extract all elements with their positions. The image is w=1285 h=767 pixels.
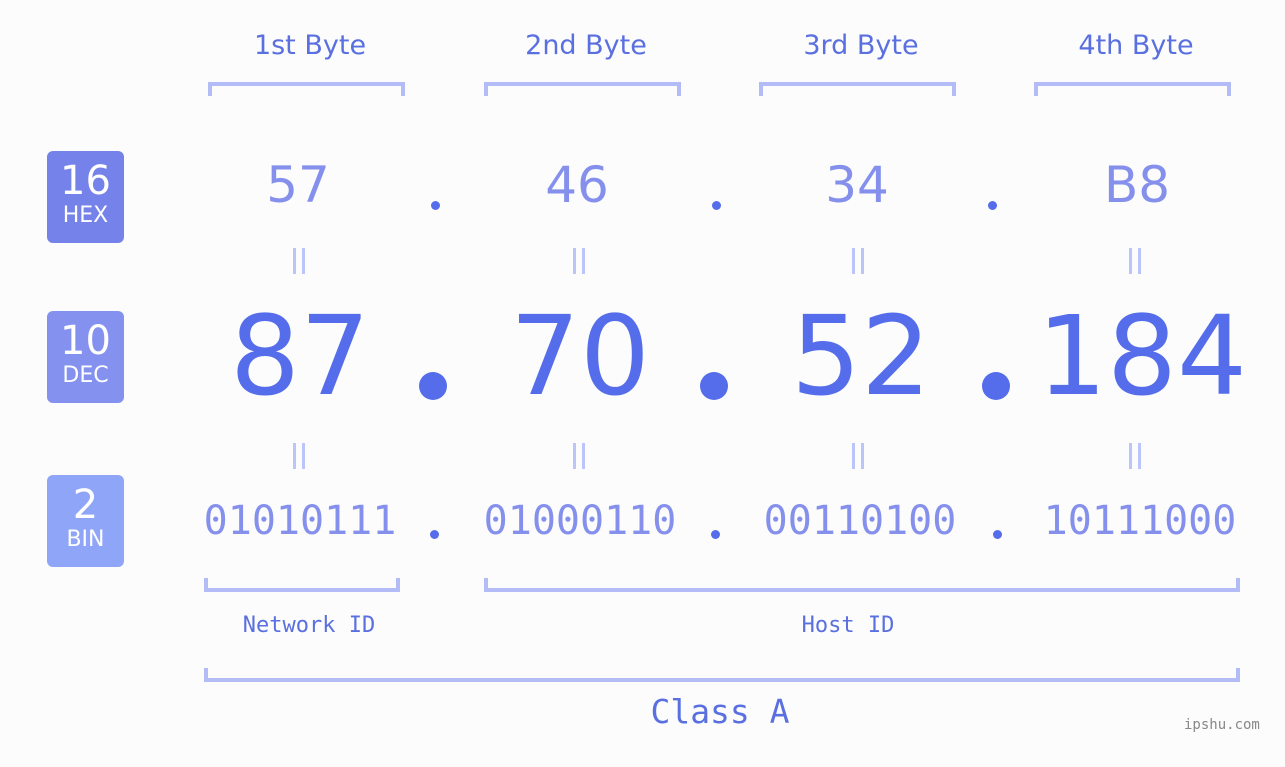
dec-value-2: 70 xyxy=(510,292,650,420)
dec-badge-label: DEC xyxy=(62,363,109,388)
equals-icon xyxy=(852,248,864,274)
byte-bracket-2 xyxy=(484,82,681,96)
network-id-label: Network ID xyxy=(242,613,376,638)
byte-header-3: 3rd Byte xyxy=(803,30,919,61)
equals-icon xyxy=(1129,443,1141,469)
class-bracket xyxy=(204,668,1240,682)
bin-value-2: 01000110 xyxy=(483,498,677,544)
byte-header-1: 1st Byte xyxy=(253,30,367,61)
hex-value-4: B8 xyxy=(1103,156,1171,214)
class-label: Class A xyxy=(650,692,790,731)
bin-badge-label: BIN xyxy=(66,527,105,552)
hex-dot-1 xyxy=(431,201,440,210)
dec-value-1: 87 xyxy=(230,292,370,420)
bin-badge: 2 BIN xyxy=(47,475,124,567)
hex-badge-base: 16 xyxy=(60,158,111,204)
byte-bracket-3 xyxy=(759,82,956,96)
hex-dot-3 xyxy=(988,201,997,210)
byte-header-2: 2nd Byte xyxy=(525,30,647,61)
dec-badge: 10 DEC xyxy=(47,311,124,403)
hex-badge-label: HEX xyxy=(62,203,109,228)
dec-dot-1 xyxy=(419,372,447,400)
host-id-label: Host ID xyxy=(801,613,895,638)
hex-value-2: 46 xyxy=(545,156,609,214)
bin-value-1: 01010111 xyxy=(203,498,397,544)
bin-dot-2 xyxy=(711,530,720,539)
bin-dot-3 xyxy=(993,530,1002,539)
dec-value-4: 184 xyxy=(1037,292,1247,420)
hex-value-1: 57 xyxy=(266,156,330,214)
watermark: ipshu.com xyxy=(1184,717,1260,733)
bin-value-4: 10111000 xyxy=(1043,498,1237,544)
equals-icon xyxy=(293,248,305,274)
hex-badge: 16 HEX xyxy=(47,151,124,243)
equals-icon xyxy=(852,443,864,469)
equals-icon xyxy=(573,443,585,469)
dec-dot-2 xyxy=(700,372,728,400)
host-bracket xyxy=(484,578,1240,592)
hex-dot-2 xyxy=(712,201,721,210)
byte-header-4: 4th Byte xyxy=(1078,30,1194,61)
byte-bracket-1 xyxy=(208,82,405,96)
hex-value-3: 34 xyxy=(825,156,889,214)
dec-badge-base: 10 xyxy=(60,318,111,364)
bin-badge-base: 2 xyxy=(72,482,99,528)
equals-icon xyxy=(1129,248,1141,274)
dec-value-3: 52 xyxy=(791,292,931,420)
bin-value-3: 00110100 xyxy=(763,498,957,544)
network-bracket xyxy=(204,578,400,592)
equals-icon xyxy=(573,248,585,274)
byte-bracket-4 xyxy=(1034,82,1231,96)
bin-dot-1 xyxy=(430,530,439,539)
equals-icon xyxy=(293,443,305,469)
dec-dot-3 xyxy=(982,372,1010,400)
